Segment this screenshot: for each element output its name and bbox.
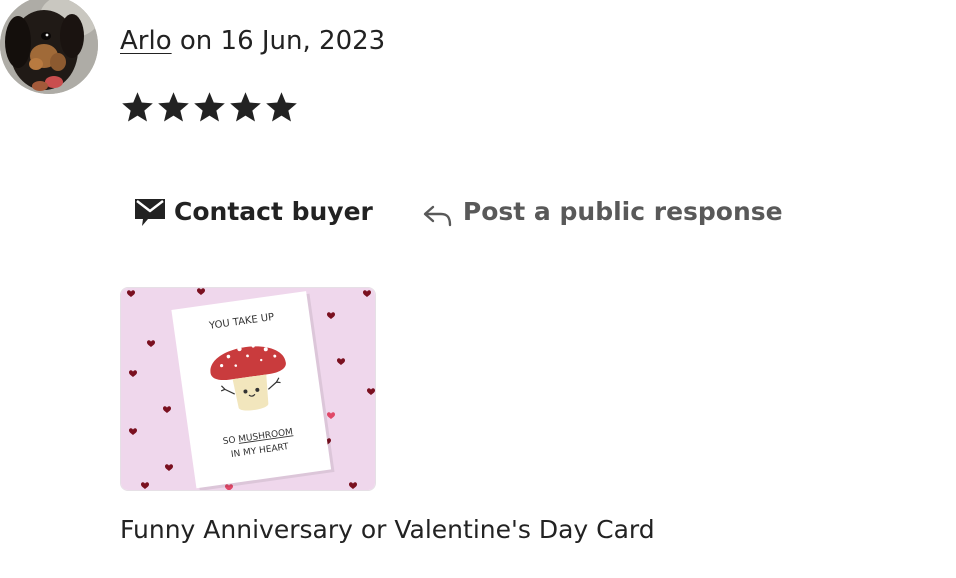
review-date: on 16 Jun, 2023	[171, 26, 386, 56]
star-icon	[230, 92, 261, 122]
avatar-dog-image	[0, 0, 98, 94]
post-public-response-label: Post a public response	[462, 197, 783, 226]
envelope-icon	[134, 197, 166, 227]
contact-buyer-button[interactable]: Contact buyer	[134, 194, 373, 230]
listing-image: YOU TAKE UP SO MUSHROOM IN MY HEART	[121, 288, 375, 490]
star-icon	[122, 92, 153, 122]
avatar[interactable]	[0, 0, 98, 94]
star-rating	[120, 90, 299, 125]
star-icon	[158, 92, 189, 122]
star-icon	[266, 92, 297, 122]
contact-buyer-label: Contact buyer	[174, 197, 373, 226]
post-public-response-button[interactable]: Post a public response	[423, 194, 783, 230]
listing-title-link[interactable]: Funny Anniversary or Valentine's Day Car…	[120, 512, 655, 548]
reply-arrow-icon	[423, 205, 453, 227]
review-card: Arlo on 16 Jun, 2023 Contact buyer Post …	[0, 0, 956, 578]
star-icon	[194, 92, 225, 122]
review-meta: Arlo on 16 Jun, 2023	[120, 24, 385, 58]
listing-thumbnail[interactable]: YOU TAKE UP SO MUSHROOM IN MY HEART	[120, 287, 376, 491]
reviewer-name-link[interactable]: Arlo	[120, 26, 172, 56]
review-actions: Contact buyer Post a public response	[134, 194, 783, 230]
